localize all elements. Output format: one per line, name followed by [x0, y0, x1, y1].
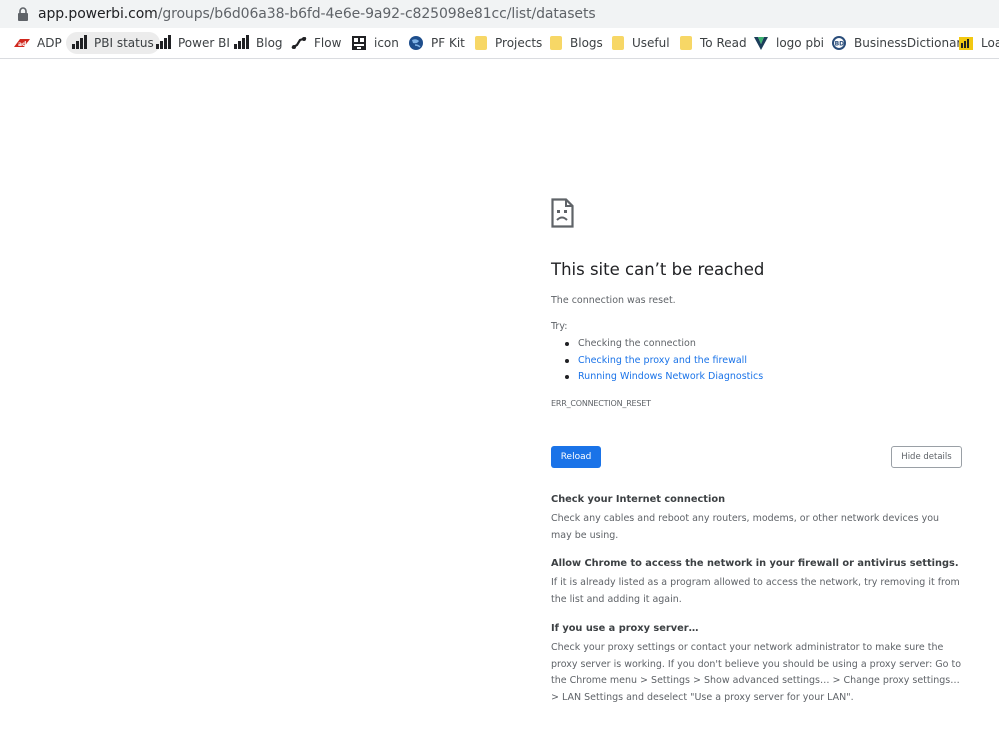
bar-chart-icon: [233, 35, 249, 51]
reload-button[interactable]: Reload: [551, 446, 601, 468]
detail-heading: Check your Internet connection: [551, 494, 726, 505]
svg-text:BD: BD: [835, 41, 845, 48]
bookmark-useful[interactable]: Useful: [612, 32, 670, 54]
bookmark-label: Useful: [632, 36, 670, 50]
detail-proxy: If you use a proxy server… Check your pr…: [551, 623, 962, 706]
powerbi-icon: [958, 35, 974, 51]
flow-icon: [291, 35, 307, 51]
folder-icon: [475, 36, 487, 50]
detail-body: Check your proxy settings or contact you…: [551, 642, 962, 703]
bookmark-label: icon: [374, 36, 399, 50]
bookmark-load[interactable]: Load: [958, 32, 999, 54]
detail-firewall: Allow Chrome to access the network in yo…: [551, 558, 962, 608]
bookmark-to-read[interactable]: To Read: [680, 32, 747, 54]
bookmark-label: logo pbi: [776, 36, 825, 50]
bd-icon: BD: [831, 35, 847, 51]
detail-heading: Allow Chrome to access the network in yo…: [551, 558, 959, 569]
lock-icon[interactable]: [17, 7, 29, 21]
detail-body: Check any cables and reboot any routers,…: [551, 513, 940, 541]
bookmark-label: Load: [981, 36, 999, 50]
bookmark-label: Flow: [314, 36, 342, 50]
folder-icon: [550, 36, 562, 50]
svg-text:adp: adp: [18, 41, 30, 48]
try-label: Try:: [551, 321, 568, 332]
globe-icon: [408, 35, 424, 51]
bookmark-label: Blogs: [570, 36, 603, 50]
bookmark-pbi-status[interactable]: PBI status: [66, 32, 160, 54]
link-network-diagnostics[interactable]: Running Windows Network Diagnostics: [551, 369, 763, 386]
bookmark-pf-kit[interactable]: PF Kit: [408, 32, 465, 54]
bookmark-label: ADP: [37, 36, 62, 50]
bookmark-power-bi[interactable]: Power BI: [155, 32, 230, 54]
folder-icon: [680, 36, 692, 50]
bookmark-label: PF Kit: [431, 36, 465, 50]
bookmark-adp[interactable]: adp ADP: [14, 32, 62, 54]
adp-icon: adp: [14, 35, 31, 51]
bookmark-projects[interactable]: Projects: [475, 32, 542, 54]
bookmarks-bar: adp ADP PBI status Power BI Blog Flow ic…: [0, 28, 999, 59]
detail-heading: If you use a proxy server…: [551, 623, 699, 634]
error-code: ERR_CONNECTION_RESET: [551, 399, 651, 408]
bookmark-icon[interactable]: icon: [351, 32, 399, 54]
detail-body: If it is already listed as a program all…: [551, 577, 960, 605]
link-proxy-firewall[interactable]: Checking the proxy and the firewall: [551, 353, 763, 370]
qr-icon: [351, 35, 367, 51]
suggestion-checking-connection: Checking the connection: [551, 336, 763, 353]
bar-chart-icon: [155, 35, 171, 51]
url-path: /groups/b6d06a38-b6fd-4e6e-9a92-c825098e…: [157, 6, 596, 22]
sad-page-icon: [551, 198, 574, 228]
bookmark-blogs[interactable]: Blogs: [550, 32, 603, 54]
bookmark-label: Blog: [256, 36, 283, 50]
bookmark-label: Projects: [495, 36, 543, 50]
bookmark-label: Power BI: [178, 36, 230, 50]
bookmark-logo-pbi[interactable]: logo pbi: [753, 32, 824, 54]
url-host: app.powerbi.com: [38, 6, 158, 22]
address-bar[interactable]: app.powerbi.com/groups/b6d06a38-b6fd-4e6…: [0, 0, 999, 28]
url-text[interactable]: app.powerbi.com/groups/b6d06a38-b6fd-4e6…: [38, 6, 596, 22]
bookmark-businessdictionary[interactable]: BD BusinessDictionary: [831, 32, 968, 54]
bookmark-blog[interactable]: Blog: [233, 32, 283, 54]
error-title: This site can’t be reached: [551, 260, 765, 279]
bar-chart-icon: [71, 35, 87, 51]
error-subtitle: The connection was reset.: [551, 295, 676, 306]
bookmark-flow[interactable]: Flow: [291, 32, 341, 54]
vuetify-icon: [753, 35, 769, 51]
detail-internet-connection: Check your Internet connection Check any…: [551, 494, 962, 544]
bookmark-label: To Read: [700, 36, 747, 50]
suggestion-list: Checking the connection Checking the pro…: [551, 336, 763, 386]
bookmark-label: BusinessDictionary: [854, 36, 969, 50]
folder-icon: [612, 36, 624, 50]
bookmark-label: PBI status: [94, 36, 154, 50]
hide-details-button[interactable]: Hide details: [891, 446, 962, 468]
